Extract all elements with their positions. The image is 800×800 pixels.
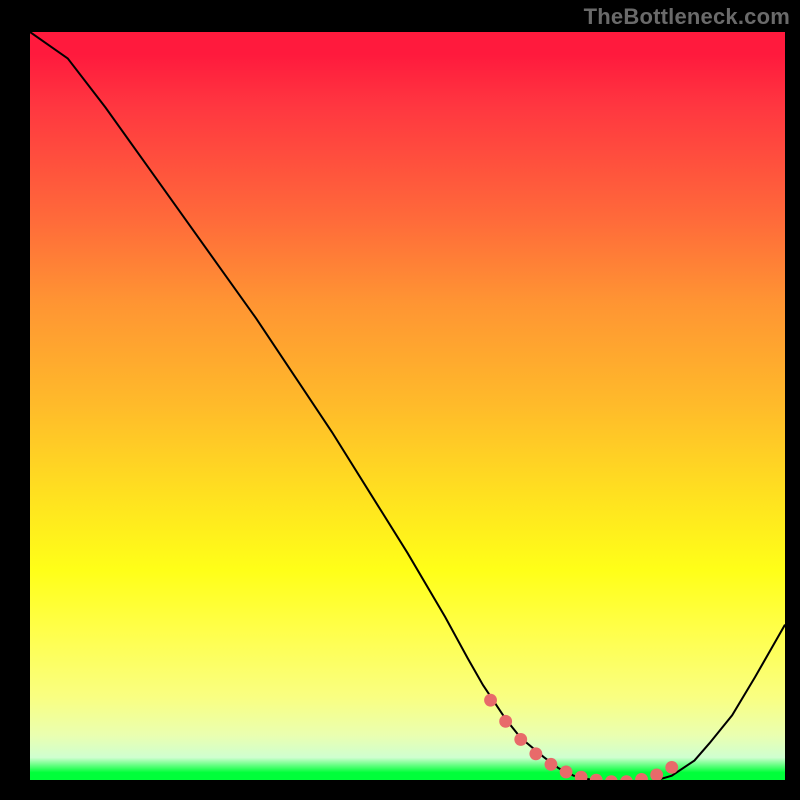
plot-area bbox=[30, 32, 785, 780]
highlight-marker bbox=[529, 747, 542, 760]
highlight-marker bbox=[560, 765, 573, 778]
highlight-marker bbox=[484, 694, 497, 707]
highlight-marker bbox=[545, 758, 558, 771]
highlight-marker bbox=[514, 733, 527, 746]
highlight-markers bbox=[30, 32, 785, 780]
highlight-marker bbox=[635, 773, 648, 780]
highlight-marker bbox=[650, 769, 663, 780]
highlight-marker bbox=[499, 715, 512, 728]
highlight-marker bbox=[590, 774, 603, 780]
highlight-marker bbox=[605, 775, 618, 780]
highlight-marker bbox=[620, 775, 633, 780]
watermark-text: TheBottleneck.com bbox=[584, 4, 790, 30]
highlight-marker bbox=[665, 761, 678, 774]
highlight-marker bbox=[575, 771, 588, 780]
